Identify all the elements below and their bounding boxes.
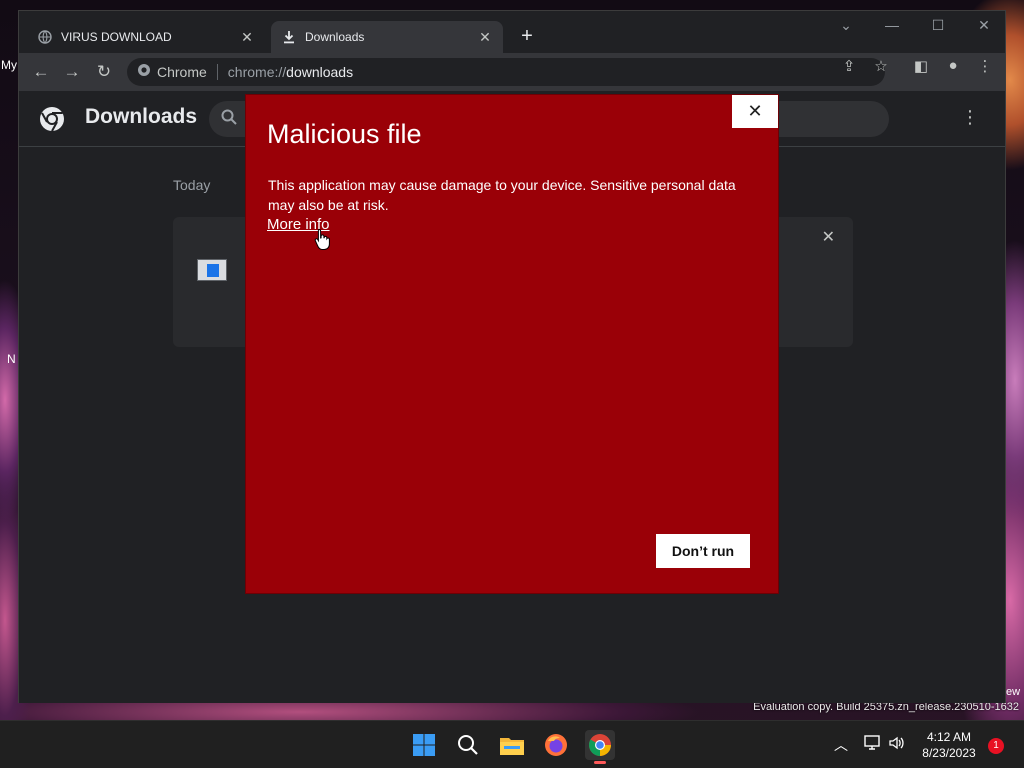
forward-arrow-icon[interactable]: →: [61, 61, 83, 83]
tab-title: Downloads: [305, 30, 365, 44]
clock-time: 4:12 AM: [926, 730, 972, 744]
desktop-label: ew: [1006, 686, 1021, 698]
malicious-file-dialog: ✕ Malicious file This application may ca…: [245, 94, 779, 594]
file-icon: [197, 259, 227, 281]
maximize-button[interactable]: ☐: [923, 17, 953, 34]
browser-toolbar: ← → ↻ Chrome chrome://downloads ⇪ ☆ ◧ ● …: [19, 53, 1005, 91]
notification-badge[interactable]: 1: [988, 738, 1004, 754]
new-tab-button[interactable]: +: [515, 25, 539, 48]
desktop-label[interactable]: N: [7, 352, 16, 366]
tab-downloads[interactable]: Downloads ✕: [271, 21, 503, 53]
reload-icon[interactable]: ↻: [93, 61, 115, 83]
share-icon[interactable]: ⇪: [839, 57, 859, 75]
tab-strip: VIRUS DOWNLOAD ✕ Downloads ✕ + ⌄ — ☐ ✕: [19, 11, 1005, 53]
page-title: Downloads: [85, 105, 198, 128]
dialog-close-button[interactable]: ✕: [732, 95, 778, 128]
tab-search-chevron-icon[interactable]: ⌄: [831, 17, 861, 34]
file-explorer-icon[interactable]: [497, 730, 527, 760]
bookmark-star-icon[interactable]: ☆: [871, 57, 891, 75]
close-window-button[interactable]: ✕: [969, 17, 999, 34]
side-panel-icon[interactable]: ◧: [911, 57, 931, 75]
show-hidden-icons-chevron-icon[interactable]: ︿: [834, 735, 848, 755]
back-arrow-icon[interactable]: ←: [30, 61, 52, 83]
tab-close-icon[interactable]: ✕: [239, 29, 255, 46]
system-clock[interactable]: 4:12 AM 8/23/2023: [918, 729, 980, 761]
address-bar[interactable]: Chrome chrome://downloads: [127, 58, 885, 86]
minimize-button[interactable]: —: [877, 17, 907, 33]
firefox-icon[interactable]: [541, 730, 571, 760]
download-icon: [281, 29, 297, 45]
chrome-icon[interactable]: [585, 730, 615, 764]
dont-run-button[interactable]: Don’t run: [656, 534, 750, 568]
tab-virus-download[interactable]: VIRUS DOWNLOAD ✕: [27, 21, 265, 53]
network-icon[interactable]: [864, 735, 882, 754]
dialog-title: Malicious file: [267, 119, 422, 149]
chrome-logo-icon: [39, 106, 65, 137]
remove-download-icon[interactable]: ✕: [822, 227, 835, 247]
hand-cursor-icon: [314, 228, 330, 255]
chrome-site-icon: [137, 63, 151, 82]
dialog-message: This application may cause damage to you…: [268, 177, 736, 213]
desktop-label[interactable]: My: [1, 58, 17, 72]
menu-kebab-icon[interactable]: ⋮: [975, 57, 995, 75]
globe-icon: [37, 29, 53, 45]
tab-close-icon[interactable]: ✕: [477, 29, 493, 46]
clock-date: 8/23/2023: [922, 746, 976, 760]
omnibox-divider: [216, 64, 218, 80]
tab-title: VIRUS DOWNLOAD: [61, 30, 172, 44]
windows-taskbar: ︿ 4:12 AM 8/23/2023 1: [0, 720, 1024, 768]
url-text: chrome://downloads: [227, 64, 354, 80]
search-icon[interactable]: [453, 730, 483, 760]
search-icon: [221, 109, 237, 130]
date-section-label: Today: [173, 177, 211, 193]
volume-icon[interactable]: [888, 735, 906, 754]
start-icon[interactable]: [409, 730, 439, 760]
site-label: Chrome: [157, 64, 207, 80]
downloads-menu-icon[interactable]: ⋮: [961, 107, 979, 128]
profile-icon[interactable]: ●: [943, 57, 963, 74]
